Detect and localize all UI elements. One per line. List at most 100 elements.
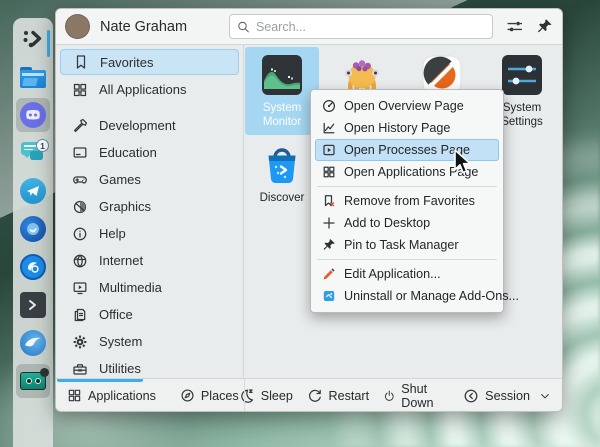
menu-item-open-history-page[interactable]: Open History Page bbox=[315, 117, 499, 139]
chat-bubbles-icon: 1 bbox=[21, 142, 45, 164]
app-tile-discover[interactable]: Discover bbox=[245, 137, 319, 225]
package-icon bbox=[321, 289, 336, 303]
category-label: Office bbox=[99, 307, 133, 322]
menu-item-remove-from-favorites[interactable]: Remove from Favorites bbox=[315, 190, 499, 212]
sleep-button[interactable]: Sleep bbox=[239, 388, 293, 404]
active-tab-indicator bbox=[57, 379, 143, 382]
taskbar-telegram[interactable] bbox=[16, 174, 50, 208]
mouse-cursor bbox=[450, 148, 476, 183]
taskbar-media-app[interactable] bbox=[16, 326, 50, 360]
favorites-grid: System Monitor bbox=[244, 45, 562, 378]
edit-pen-icon bbox=[321, 267, 336, 281]
screen-icon bbox=[71, 145, 88, 161]
menu-item-uninstall-or-manage[interactable]: Uninstall or Manage Add-Ons... bbox=[315, 285, 499, 307]
sidebar-item-system[interactable]: System bbox=[60, 328, 239, 355]
search-icon bbox=[237, 20, 250, 34]
action-label: Sleep bbox=[261, 389, 293, 403]
category-sidebar: Favorites All Applications Development E… bbox=[56, 45, 244, 378]
system-monitor-icon bbox=[259, 52, 305, 98]
menu-item-label: Uninstall or Manage Add-Ons... bbox=[344, 289, 519, 303]
terminal-icon bbox=[20, 292, 46, 318]
pin-button[interactable] bbox=[536, 18, 553, 35]
sidebar-item-development[interactable]: Development bbox=[60, 112, 239, 139]
taskbar-browser[interactable] bbox=[16, 250, 50, 284]
search-field[interactable] bbox=[229, 14, 493, 39]
taskbar-tape-recorder[interactable] bbox=[16, 364, 50, 398]
plasma-launcher-icon bbox=[20, 26, 46, 52]
processes-icon bbox=[321, 143, 336, 157]
sidebar-item-games[interactable]: Games bbox=[60, 166, 239, 193]
sidebar-item-all-applications[interactable]: All Applications bbox=[60, 76, 239, 103]
monitor-play-icon bbox=[71, 280, 88, 296]
configure-button[interactable] bbox=[506, 18, 523, 35]
user-avatar[interactable] bbox=[65, 14, 90, 39]
media-app-icon bbox=[20, 330, 46, 356]
sidebar-item-graphics[interactable]: Graphics bbox=[60, 193, 239, 220]
shut-down-button[interactable]: Shut Down bbox=[383, 382, 450, 410]
system-settings-icon bbox=[499, 52, 545, 98]
gamepad-icon bbox=[71, 172, 88, 188]
restart-button[interactable]: Restart bbox=[307, 388, 370, 404]
action-label: Session bbox=[485, 389, 530, 403]
sidebar-item-multimedia[interactable]: Multimedia bbox=[60, 274, 239, 301]
menu-item-pin-to-task-manager[interactable]: Pin to Task Manager bbox=[315, 234, 499, 256]
sidebar-item-favorites[interactable]: Favorites bbox=[60, 49, 239, 75]
globe-icon bbox=[71, 253, 88, 269]
category-label: Education bbox=[99, 145, 157, 160]
taskbar-discord[interactable] bbox=[16, 98, 50, 132]
configure-icon bbox=[506, 18, 523, 35]
menu-item-open-overview-page[interactable]: Open Overview Page bbox=[315, 95, 499, 117]
sleep-moon-icon bbox=[239, 388, 255, 404]
documents-icon bbox=[71, 307, 88, 323]
taskbar-app-launcher[interactable] bbox=[16, 22, 50, 56]
grid-icon bbox=[67, 388, 82, 403]
taskbar-terminal[interactable] bbox=[16, 288, 50, 322]
pin-icon bbox=[536, 18, 553, 35]
tab-label: Places bbox=[201, 389, 239, 403]
toolbox-icon bbox=[71, 361, 88, 377]
chevron-down-icon bbox=[539, 390, 551, 402]
taskbar-chat[interactable]: 1 bbox=[16, 136, 50, 170]
category-label: Development bbox=[99, 118, 176, 133]
session-button[interactable]: Session bbox=[463, 388, 551, 404]
category-label: System bbox=[99, 334, 142, 349]
search-input[interactable] bbox=[256, 20, 485, 34]
taskbar-file-manager[interactable] bbox=[16, 60, 50, 94]
category-label: Favorites bbox=[100, 55, 153, 70]
footer-separator bbox=[244, 379, 245, 412]
menu-item-label: Open History Page bbox=[344, 121, 450, 135]
tab-label: Applications bbox=[88, 389, 156, 403]
context-menu: Open Overview Page Open History Page Ope… bbox=[310, 89, 504, 313]
taskbar-thunderbird[interactable] bbox=[16, 212, 50, 246]
app-tile-system-monitor[interactable]: System Monitor bbox=[245, 47, 319, 135]
sidebar-item-education[interactable]: Education bbox=[60, 139, 239, 166]
launcher-body: Favorites All Applications Development E… bbox=[56, 45, 562, 378]
sidebar-item-office[interactable]: Office bbox=[60, 301, 239, 328]
restart-icon bbox=[307, 388, 323, 404]
info-icon bbox=[71, 226, 88, 242]
application-launcher-popup: Nate Graham bbox=[55, 8, 563, 412]
tab-applications[interactable]: Applications bbox=[67, 388, 156, 403]
power-icon bbox=[383, 388, 396, 404]
menu-item-edit-application[interactable]: Edit Application... bbox=[315, 263, 499, 285]
menu-separator bbox=[317, 186, 497, 187]
active-task-indicator bbox=[47, 30, 50, 57]
app-label: Discover bbox=[246, 192, 318, 206]
category-label: Help bbox=[99, 226, 126, 241]
action-label: Shut Down bbox=[401, 382, 449, 410]
category-label: Games bbox=[99, 172, 141, 187]
hammer-icon bbox=[71, 118, 88, 134]
telegram-icon bbox=[20, 178, 46, 204]
sidebar-item-internet[interactable]: Internet bbox=[60, 247, 239, 274]
taskbar-panel: 1 bbox=[13, 18, 53, 447]
color-wheel-icon bbox=[71, 199, 88, 215]
menu-item-add-to-desktop[interactable]: Add to Desktop bbox=[315, 212, 499, 234]
gauge-icon bbox=[321, 99, 336, 113]
plus-icon bbox=[321, 216, 336, 230]
category-label: All Applications bbox=[99, 82, 186, 97]
sidebar-separator bbox=[56, 103, 243, 112]
cassette-icon bbox=[20, 372, 46, 390]
sidebar-item-help[interactable]: Help bbox=[60, 220, 239, 247]
tab-places[interactable]: Places bbox=[180, 388, 239, 403]
history-chart-icon bbox=[321, 121, 336, 135]
